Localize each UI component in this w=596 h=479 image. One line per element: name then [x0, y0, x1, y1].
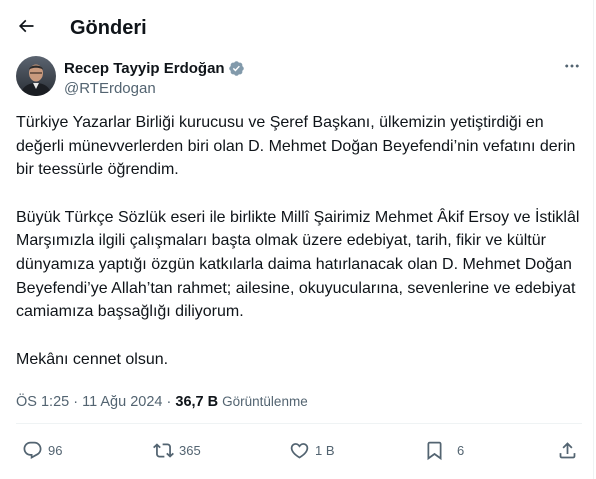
- share-button[interactable]: [557, 440, 578, 461]
- post-paragraph: Mekânı cennet olsun.: [16, 350, 169, 368]
- author-name[interactable]: Recep Tayyip Erdoğan: [64, 60, 225, 77]
- post-paragraph: Türkiye Yazarlar Birliği kurucusu ve Şer…: [16, 114, 576, 179]
- repost-icon: [153, 440, 174, 461]
- like-button[interactable]: 1 B: [289, 440, 335, 461]
- bookmark-icon: [424, 440, 445, 461]
- action-bar: 96 365 1 B 6: [0, 432, 596, 472]
- meta-separator: ·: [73, 394, 79, 410]
- author-handle[interactable]: @RTErdogan: [64, 79, 156, 99]
- avatar[interactable]: [16, 56, 56, 96]
- top-header: Gönderi: [0, 0, 596, 56]
- post-date[interactable]: 11 Ağu 2024: [82, 394, 162, 410]
- post-text: Türkiye Yazarlar Birliği kurucusu ve Şer…: [16, 111, 582, 371]
- reply-count: 96: [48, 443, 63, 458]
- views-label: Görüntülenme: [222, 394, 308, 409]
- bookmark-count: 6: [457, 443, 465, 458]
- like-count: 1 B: [315, 443, 335, 458]
- page-title: Gönderi: [70, 17, 147, 39]
- post-time[interactable]: ÖS 1:25: [16, 394, 69, 410]
- repost-button[interactable]: 365: [153, 440, 201, 461]
- more-icon: [563, 57, 581, 80]
- post-meta: ÖS 1:25 · 11 Ağu 2024 · 36,7 B Görüntüle…: [16, 392, 308, 412]
- verified-badge-icon[interactable]: [228, 60, 245, 77]
- meta-separator: ·: [166, 394, 172, 410]
- bookmark-button[interactable]: 6: [424, 440, 464, 461]
- reply-icon: [22, 440, 43, 461]
- post-paragraph: Büyük Türkçe Sözlük eseri ile birlikte M…: [16, 208, 580, 321]
- post-detail-page: Gönderi Recep Tayyip Erdoğan @RTErdogan …: [0, 0, 594, 479]
- repost-count: 365: [179, 443, 201, 458]
- divider: [16, 423, 582, 424]
- share-icon: [557, 440, 578, 461]
- back-arrow-icon: [16, 16, 36, 41]
- views-count: 36,7 B: [175, 394, 219, 410]
- more-options-button[interactable]: [556, 56, 588, 80]
- reply-button[interactable]: 96: [22, 440, 62, 461]
- like-icon: [289, 440, 310, 461]
- back-button[interactable]: [8, 10, 44, 46]
- author-name-row: Recep Tayyip Erdoğan: [64, 58, 245, 78]
